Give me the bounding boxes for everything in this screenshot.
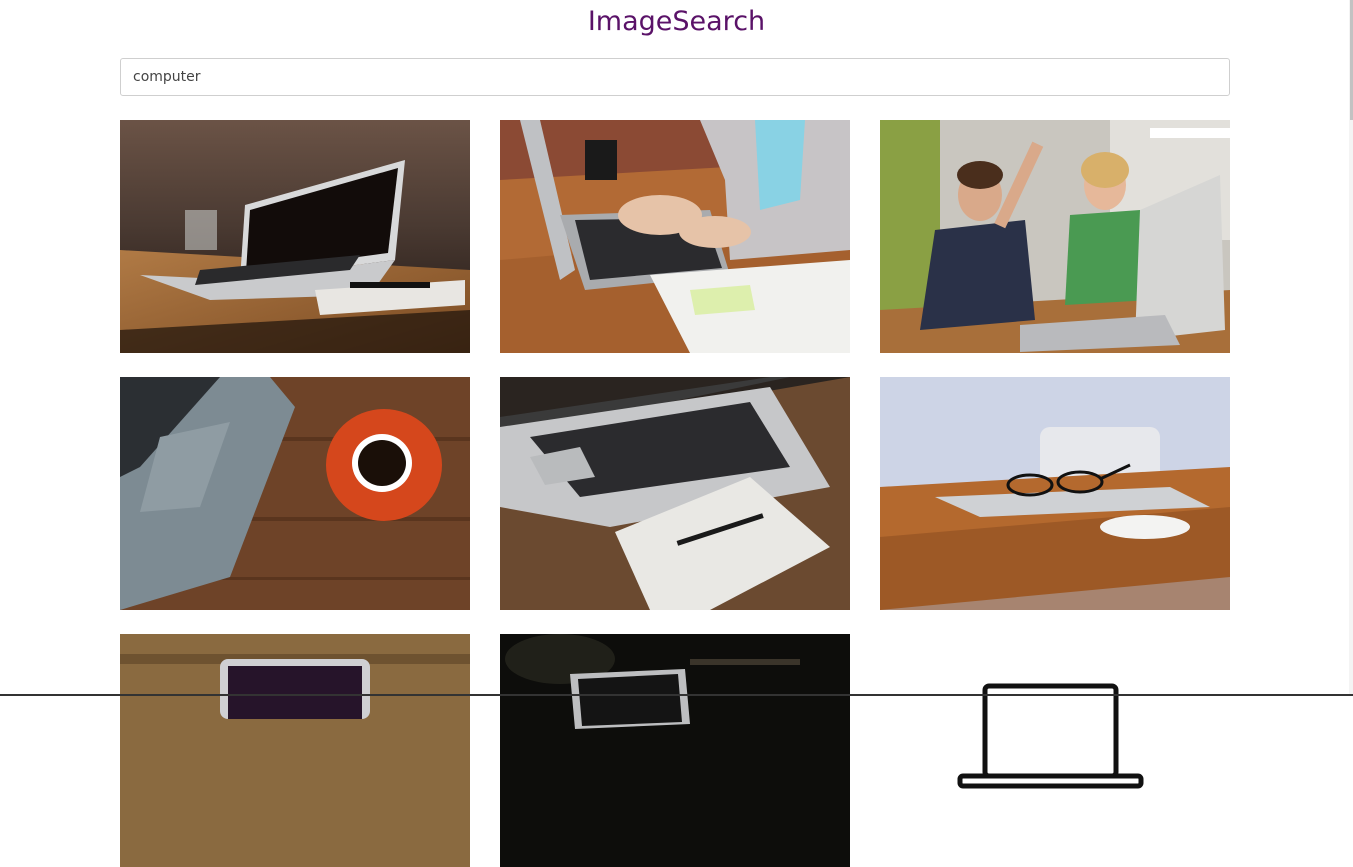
person-typing-on-laptop-image [500,120,850,353]
search-input[interactable] [120,58,1230,96]
laptop-and-notebook-with-pen-image [500,377,850,610]
kids-cheering-at-laptop-image [880,120,1230,353]
image-result-laptop-in-dark-room[interactable] [500,634,850,867]
laptop-on-wooden-desk-image [120,634,470,867]
image-result-laptop-and-coffee-cup[interactable] [120,377,470,610]
image-result-laptop-line-icon[interactable] [880,634,1230,867]
image-result-laptop-on-wooden-desk[interactable] [120,634,470,867]
laptop-on-table-with-glass-image [120,120,470,353]
page-scrollbar[interactable] [1349,0,1353,696]
image-result-closed-laptop-with-glasses-and-mouse[interactable] [880,377,1230,610]
laptop-in-dark-room-image [500,634,850,867]
closed-laptop-with-glasses-and-mouse-image [880,377,1230,610]
image-result-kids-cheering-at-laptop[interactable] [880,120,1230,353]
laptop-line-icon [880,634,1230,867]
page-title: ImageSearch [587,6,766,37]
laptop-and-coffee-cup-image [120,377,470,610]
image-result-person-typing-on-laptop[interactable] [500,120,850,353]
image-result-laptop-and-notebook-with-pen[interactable] [500,377,850,610]
image-result-laptop-on-table-with-glass[interactable] [120,120,470,353]
